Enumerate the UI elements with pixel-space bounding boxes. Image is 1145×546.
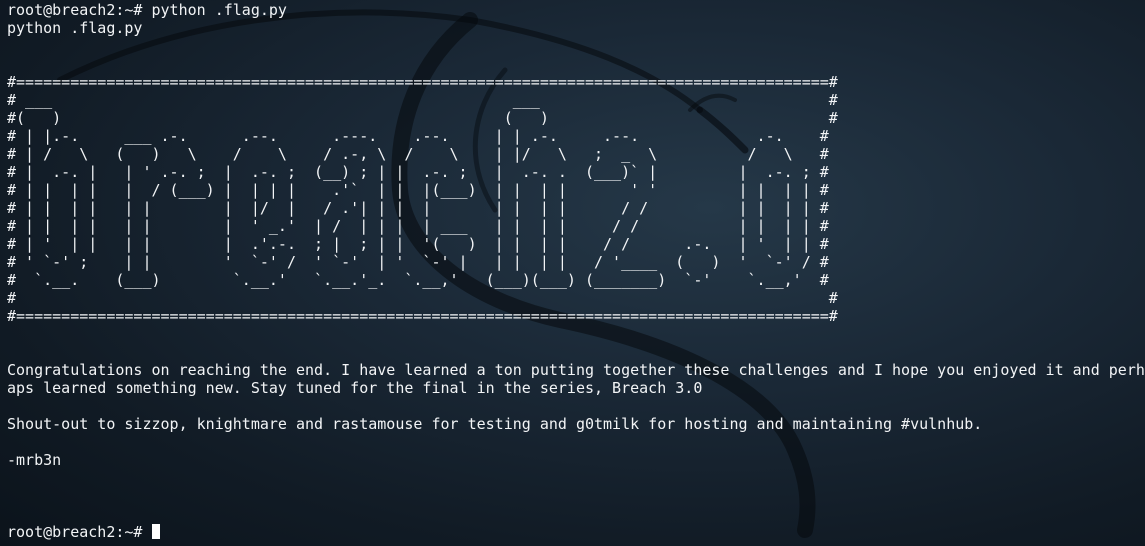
command-line: root@breach2:~# python .flag.py (7, 1, 1145, 19)
shell-prompt: root@breach2:~# (7, 1, 152, 19)
final-prompt-line[interactable]: root@breach2:~# (7, 523, 1145, 541)
terminal-output[interactable]: root@breach2:~# python .flag.py python .… (7, 1, 1145, 541)
typed-command: python .flag.py (151, 1, 287, 19)
congratulations-message: Congratulations on reaching the end. I h… (7, 361, 1145, 397)
shout-out-message: Shout-out to sizzop, knightmare and rast… (7, 415, 983, 433)
text-cursor (151, 524, 160, 539)
shell-prompt: root@breach2:~# (7, 523, 152, 541)
command-echo: python .flag.py (7, 19, 143, 37)
ascii-banner: #=======================================… (7, 73, 838, 325)
author-signature: -mrb3n (7, 451, 62, 469)
